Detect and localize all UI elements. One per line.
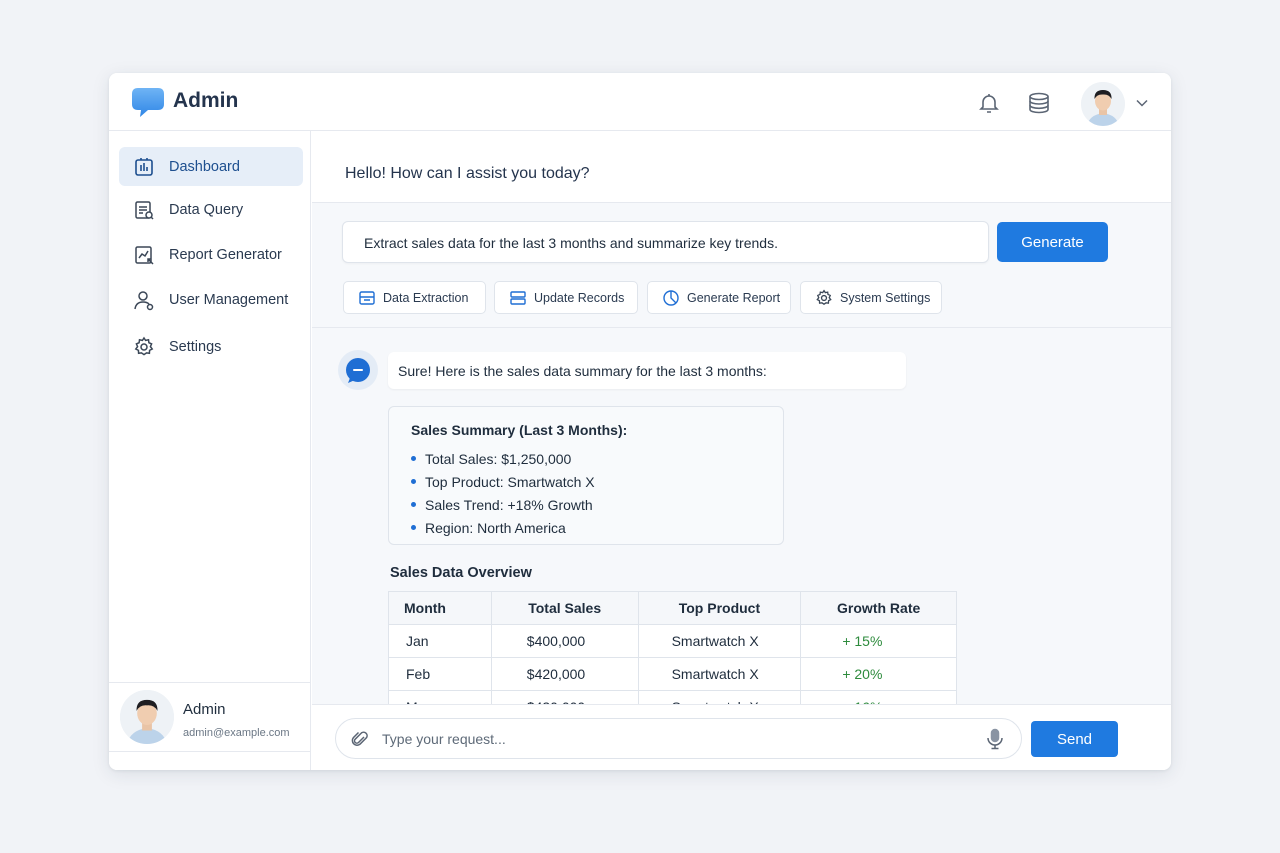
user-avatar[interactable] (1081, 82, 1125, 126)
database-icon[interactable] (1027, 91, 1051, 115)
bell-icon[interactable] (977, 91, 1001, 115)
column-header-top-product: Top Product (637, 591, 802, 625)
table-cell: Smartwatch X (637, 657, 802, 691)
table-title: Sales Data Overview (390, 565, 532, 581)
user-name: Admin (183, 701, 226, 718)
table-cell: + 20% (800, 657, 957, 691)
data-query-icon (135, 200, 154, 220)
sidebar-item-user-management[interactable]: User Management (119, 280, 303, 319)
summary-item-text: Total Sales: $1,250,000 (425, 450, 572, 467)
prompt-input[interactable]: Extract sales data for the last 3 months… (342, 221, 989, 263)
sidebar-item-settings[interactable]: Settings (119, 327, 303, 366)
sidebar-item-label: Data Query (169, 201, 244, 218)
chat-bubble-icon (346, 358, 370, 383)
sidebar-item-label: Settings (169, 338, 222, 355)
table-row: Feb $420,000 Smartwatch X + 20% (388, 657, 957, 691)
summary-card: Sales Summary (Last 3 Months): Total Sal… (388, 406, 784, 545)
list-item: Region: North America (411, 516, 595, 539)
summary-title: Sales Summary (Last 3 Months): (411, 422, 628, 438)
summary-item-text: Sales Trend: +18% Growth (425, 496, 593, 513)
update-records-icon (510, 290, 526, 305)
greeting-text: Hello! How can I assist you today? (345, 165, 590, 182)
sidebar-item-label: User Management (169, 291, 289, 308)
chip-system-settings[interactable]: System Settings (800, 281, 942, 314)
data-extraction-icon (359, 290, 375, 305)
column-header-month: Month (388, 591, 492, 625)
table-row: Jan $400,000 Smartwatch X + 15% (388, 624, 957, 658)
summary-item-text: Region: North America (425, 519, 566, 536)
chip-label: Data Extraction (383, 290, 469, 305)
bullet-dot (411, 525, 416, 530)
summary-item-text: Top Product: Smartwatch X (425, 473, 595, 490)
sidebar-item-dashboard[interactable]: Dashboard (119, 147, 303, 186)
chevron-down-icon[interactable] (1135, 97, 1149, 109)
dashboard-icon (135, 157, 153, 176)
chat-logo-icon (132, 88, 164, 117)
bot-message: Sure! Here is the sales data summary for… (388, 352, 906, 389)
chip-label: System Settings (840, 290, 931, 305)
sidebar-item-label: Dashboard (169, 158, 240, 175)
top-bar: Admin (109, 73, 1171, 131)
user-icon (134, 290, 154, 310)
table-cell: + 15% (800, 624, 957, 658)
report-icon (135, 245, 154, 265)
list-item: Total Sales: $1,250,000 (411, 447, 595, 470)
summary-list: Total Sales: $1,250,000 Top Product: Sma… (411, 447, 595, 539)
column-header-growth-rate: Growth Rate (800, 591, 957, 625)
table-cell: Feb (388, 657, 492, 691)
avatar (120, 690, 174, 744)
table-cell: $420,000 (490, 657, 639, 691)
pie-chart-icon (663, 289, 679, 306)
bot-message-text: Sure! Here is the sales data summary for… (398, 363, 767, 379)
bullet-dot (411, 479, 416, 484)
table-cell: Smartwatch X (637, 624, 802, 658)
paperclip-icon[interactable] (350, 729, 370, 749)
person-avatar-icon (1081, 82, 1125, 126)
bullet-dot (411, 502, 416, 507)
send-button[interactable]: Send (1031, 721, 1118, 757)
greeting-bar: Hello! How can I assist you today? (312, 131, 1171, 203)
list-item: Sales Trend: +18% Growth (411, 493, 595, 516)
generate-button[interactable]: Generate (997, 222, 1108, 262)
table-cell: Jan (388, 624, 492, 658)
table-cell: $400,000 (490, 624, 639, 658)
chip-label: Update Records (534, 290, 625, 305)
column-header-total-sales: Total Sales (490, 591, 639, 625)
input-area: Send (312, 704, 1171, 770)
sidebar-item-label: Report Generator (169, 246, 282, 263)
sidebar-user-card[interactable]: Admin admin@example.com (109, 682, 311, 752)
prompt-text: Extract sales data for the last 3 months… (364, 235, 778, 251)
divider (312, 327, 1171, 328)
chip-generate-report[interactable]: Generate Report (647, 281, 791, 314)
bullet-dot (411, 456, 416, 461)
chip-data-extraction[interactable]: Data Extraction (343, 281, 486, 314)
app-title: Admin (173, 89, 239, 112)
user-email: admin@example.com (183, 727, 290, 739)
sidebar-item-data-query[interactable]: Data Query (119, 190, 303, 229)
app-window: Admin Dashboard Data Query Report Genera… (109, 73, 1171, 770)
chip-update-records[interactable]: Update Records (494, 281, 638, 314)
person-avatar-icon (120, 690, 174, 744)
gear-icon (816, 288, 832, 305)
list-item: Top Product: Smartwatch X (411, 470, 595, 493)
microphone-icon[interactable] (986, 728, 1004, 750)
request-input[interactable] (382, 728, 962, 750)
main-content: Hello! How can I assist you today? Extra… (312, 131, 1171, 770)
bot-avatar (338, 350, 378, 390)
sidebar: Dashboard Data Query Report Generator Us… (109, 131, 311, 770)
chip-label: Generate Report (687, 290, 781, 305)
table-header-row: Month Total Sales Top Product Growth Rat… (388, 591, 957, 625)
gear-icon (134, 336, 154, 356)
sidebar-item-report-generator[interactable]: Report Generator (119, 235, 303, 274)
request-input-box[interactable] (335, 718, 1022, 759)
